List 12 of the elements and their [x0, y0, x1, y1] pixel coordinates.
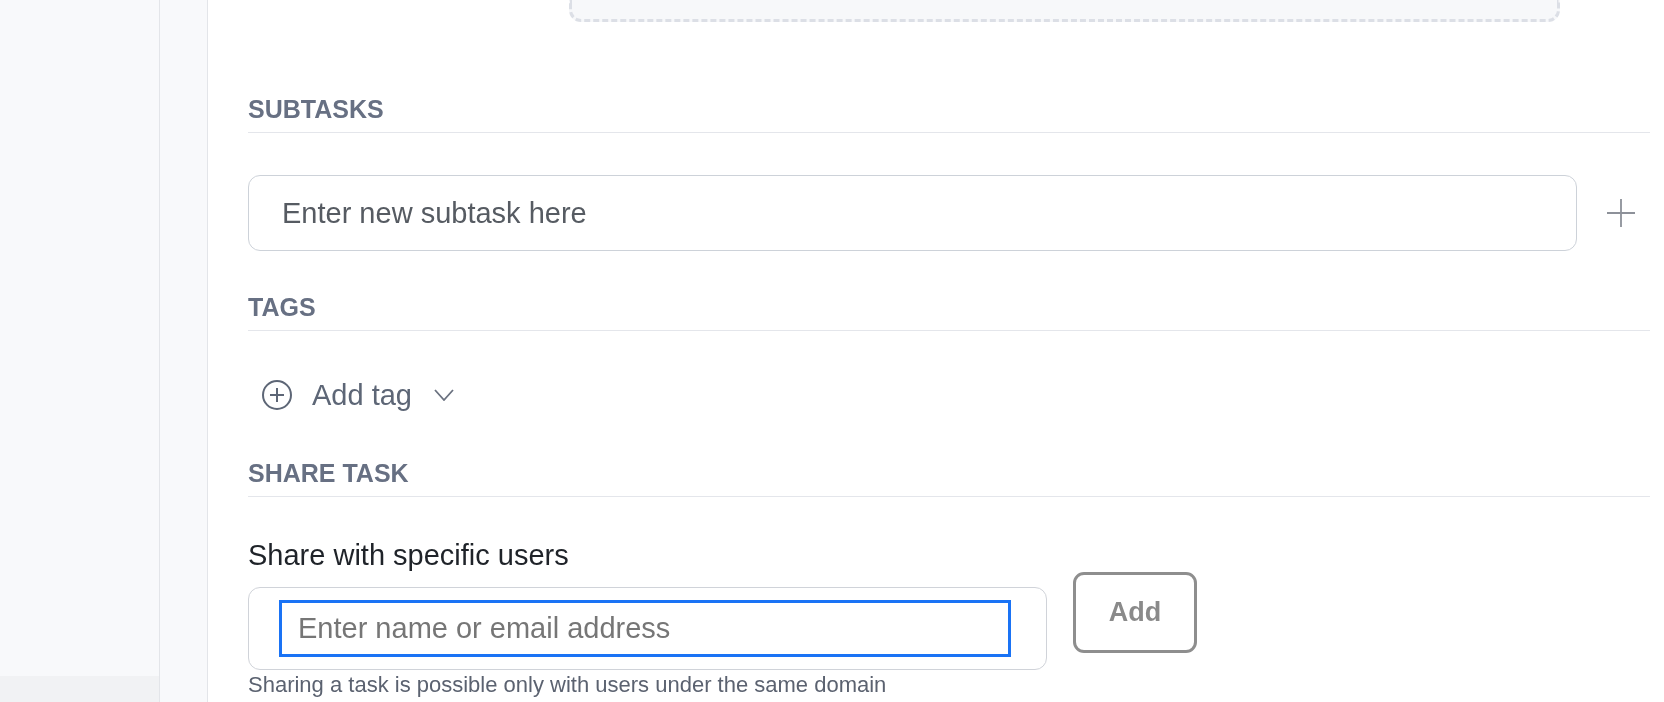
subtask-input[interactable]: Enter new subtask here [248, 175, 1577, 251]
section-heading: SHARE TASK [248, 458, 409, 488]
section-heading: SUBTASKS [248, 94, 384, 124]
section-heading: TAGS [248, 292, 316, 322]
chevron-down-icon [434, 389, 454, 401]
plus-circle-icon [262, 380, 292, 410]
share-hint: Sharing a task is possible only with users under the same domain [248, 672, 887, 697]
share-field[interactable]: Enter name or email address [248, 587, 1047, 670]
name-email-input[interactable]: Enter name or email address [279, 600, 1011, 657]
add-tag-dropdown[interactable]: Add tag [248, 375, 458, 415]
share-label: Share with specific users [248, 538, 569, 572]
plus-icon[interactable] [1607, 199, 1635, 227]
